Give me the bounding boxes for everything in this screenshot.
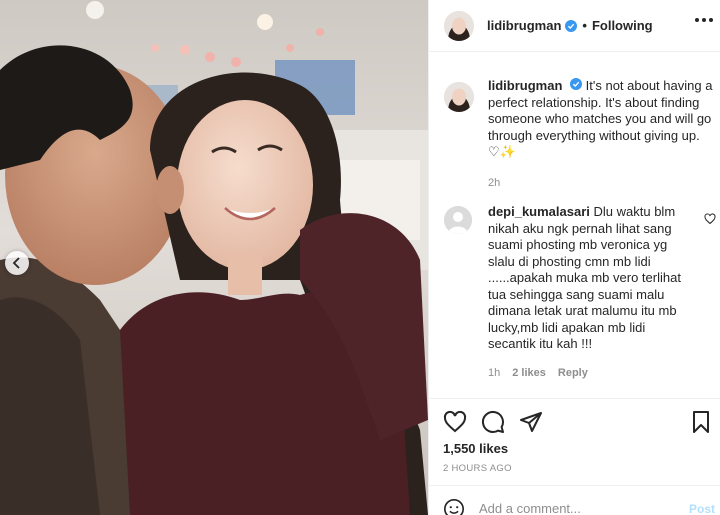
post-header: lidibrugman • Following <box>429 0 720 52</box>
caption-timestamp[interactable]: 2h <box>488 177 714 189</box>
caption-text-block: lidibrugman It's not about having a perf… <box>488 78 714 161</box>
more-options-button[interactable] <box>695 18 713 22</box>
post-timestamp[interactable]: 2 HOURS AGO <box>443 463 512 474</box>
comment-text-block: depi_kumalasari Dlu waktu blm nikah aku … <box>488 204 683 353</box>
default-avatar-icon <box>444 206 472 234</box>
carousel-prev-button[interactable] <box>5 251 29 275</box>
share-button[interactable] <box>519 410 543 434</box>
header-separator: • <box>582 18 587 33</box>
post-image <box>0 0 428 515</box>
avatar-image <box>444 10 474 41</box>
author-avatar[interactable] <box>444 10 474 41</box>
following-button[interactable]: Following <box>592 18 653 33</box>
verified-badge-icon <box>565 19 578 32</box>
post-actions <box>429 398 720 433</box>
comment-item: depi_kumalasari Dlu waktu blm nikah aku … <box>444 204 716 379</box>
caption-avatar[interactable] <box>444 82 474 112</box>
verified-badge-icon <box>570 78 583 90</box>
comment-text: Dlu waktu blm nikah aku ngk pernah lihat… <box>488 204 681 351</box>
comment-timestamp[interactable]: 1h <box>488 367 500 379</box>
comment-likes[interactable]: 2 likes <box>512 367 546 379</box>
comment-bubble-icon <box>481 410 504 433</box>
author-username[interactable]: lidibrugman <box>487 18 561 33</box>
chevron-left-icon <box>12 257 20 269</box>
avatar-image <box>444 82 474 112</box>
emoji-button[interactable] <box>443 498 465 515</box>
post-caption: lidibrugman It's not about having a perf… <box>444 78 714 189</box>
post-comment-button[interactable]: Post <box>689 502 715 515</box>
comment-input[interactable] <box>479 498 679 515</box>
bookmark-icon <box>693 411 709 433</box>
comment-meta: 1h 2 likes Reply <box>488 367 714 379</box>
heart-icon <box>443 410 467 433</box>
post-photo[interactable] <box>0 0 428 515</box>
likes-count[interactable]: 1,550 likes <box>443 441 508 456</box>
save-button[interactable] <box>689 410 713 434</box>
more-horizontal-icon <box>695 18 699 22</box>
add-comment-bar: Post <box>429 485 720 515</box>
smiley-icon <box>444 499 464 515</box>
heart-outline-icon <box>704 213 716 225</box>
paper-plane-icon <box>520 412 542 432</box>
like-button[interactable] <box>443 410 467 434</box>
caption-username[interactable]: lidibrugman <box>488 78 562 93</box>
comment-reply-button[interactable]: Reply <box>558 367 588 379</box>
post-side-panel: lidibrugman • Following lidibrugman It's… <box>428 0 720 515</box>
comment-like-button[interactable] <box>704 212 716 230</box>
commenter-avatar[interactable] <box>444 206 472 234</box>
commenter-username[interactable]: depi_kumalasari <box>488 204 590 219</box>
comment-button[interactable] <box>481 410 505 434</box>
